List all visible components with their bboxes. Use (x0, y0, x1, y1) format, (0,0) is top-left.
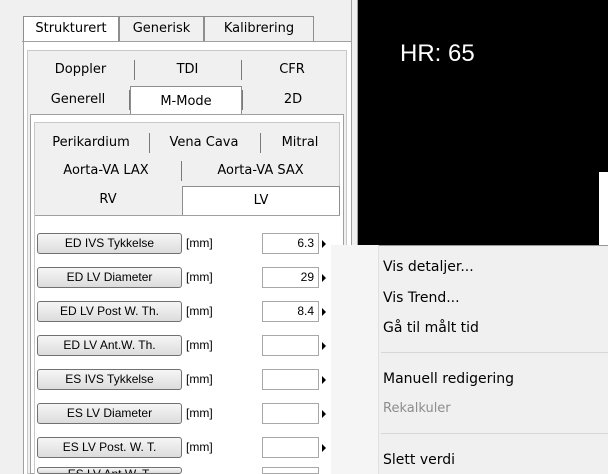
tab-perikardium[interactable]: Perikardium (35, 131, 147, 155)
tab-lv[interactable]: LV (182, 186, 340, 216)
menu-separator (381, 352, 608, 353)
menu-item-ga-til-malt-tid[interactable]: Gå til målt tid (383, 317, 479, 339)
row-menu-arrow[interactable] (322, 444, 326, 452)
tab-aorta-va-lax[interactable]: Aorta-VA LAX (35, 159, 177, 183)
tab-vena-cava[interactable]: Vena Cava (150, 131, 258, 155)
tab-aorta-va-sax[interactable]: Aorta-VA SAX (182, 159, 339, 183)
heart-rate-readout: HR: 65 (400, 40, 475, 67)
tab-strukturert[interactable]: Strukturert (23, 16, 119, 41)
unit-label: [mm] (186, 372, 213, 386)
tab-doppler[interactable]: Doppler (28, 58, 133, 82)
tab-generisk[interactable]: Generisk (119, 16, 204, 41)
row-menu-arrow[interactable] (322, 308, 326, 316)
measure-button-es-ivs[interactable]: ES IVS Tykkelse (37, 369, 182, 390)
unit-label: [mm] (186, 270, 213, 284)
value-field-es-lv-post[interactable] (262, 437, 319, 458)
tab-cfr[interactable]: CFR (242, 58, 342, 82)
row-menu-arrow[interactable] (322, 410, 326, 418)
tab-2d[interactable]: 2D (243, 88, 343, 112)
unit-label: [mm] (186, 338, 213, 352)
row-menu-arrow[interactable] (322, 240, 326, 248)
tab-kalibrering[interactable]: Kalibrering (204, 16, 314, 41)
menu-separator (381, 433, 608, 434)
value-field-ed-lv-diameter[interactable]: 29 (262, 267, 319, 288)
unit-label: [mm] (186, 440, 213, 454)
menu-item-vis-trend[interactable]: Vis Trend... (383, 287, 460, 309)
menu-item-slett-verdi[interactable]: Slett verdi (383, 449, 455, 471)
measure-button-es-lv-ant[interactable]: ES LV Ant.W. T. (37, 467, 182, 474)
measure-button-ed-lv-post[interactable]: ED LV Post W. Th. (37, 301, 182, 322)
measure-button-ed-lv-diameter[interactable]: ED LV Diameter (37, 267, 182, 288)
menu-item-manuell-redigering[interactable]: Manuell redigering (383, 368, 514, 390)
context-menu-icon-strip (331, 245, 379, 474)
row-menu-arrow[interactable] (322, 342, 326, 350)
row-menu-arrow[interactable] (322, 274, 326, 282)
unit-label: [mm] (186, 406, 213, 420)
menu-item-vis-detaljer[interactable]: Vis detaljer... (383, 256, 474, 278)
value-field-es-lv-diameter[interactable] (262, 403, 319, 424)
value-field-es-ivs[interactable] (262, 369, 319, 390)
row-menu-arrow[interactable] (322, 376, 326, 384)
measure-button-ed-lv-ant[interactable]: ED LV Ant.W. Th. (37, 335, 182, 356)
tab-m-mode[interactable]: M-Mode (130, 86, 242, 114)
menu-item-rekalkuler: Rekalkuler (383, 401, 451, 416)
measure-button-es-lv-post[interactable]: ES LV Post. W. T. (37, 437, 182, 458)
unit-label: [mm] (186, 236, 213, 250)
image-overlay-panel (599, 172, 608, 248)
value-field-ed-ivs[interactable]: 6.3 (262, 233, 319, 254)
tab-rv[interactable]: RV (35, 188, 181, 212)
value-field-ed-lv-ant[interactable] (262, 335, 319, 356)
value-field-es-lv-ant[interactable] (262, 467, 319, 474)
measure-button-ed-ivs[interactable]: ED IVS Tykkelse (37, 233, 182, 254)
unit-label: [mm] (186, 304, 213, 318)
tab-mitral[interactable]: Mitral (261, 131, 339, 155)
tab-generell[interactable]: Generell (28, 88, 128, 112)
tab-tdi[interactable]: TDI (135, 58, 240, 82)
measure-button-es-lv-diameter[interactable]: ES LV Diameter (37, 403, 182, 424)
value-field-ed-lv-post[interactable]: 8.4 (262, 301, 319, 322)
